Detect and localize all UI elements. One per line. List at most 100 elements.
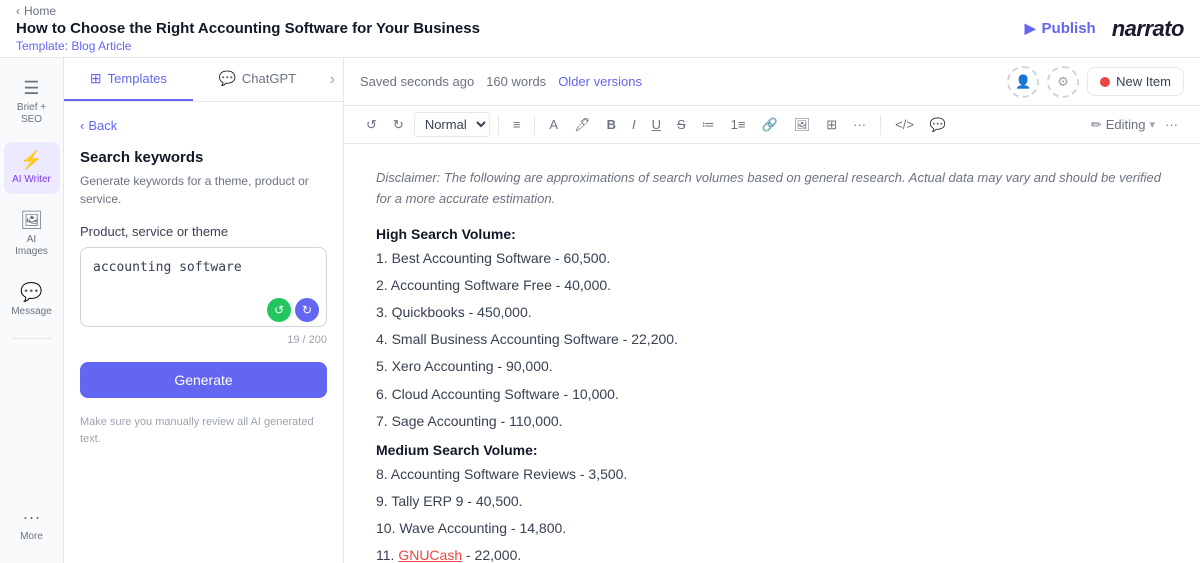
ordered-list-button[interactable]: 1≡ (725, 113, 752, 136)
product-label: Product, service or theme (80, 224, 327, 239)
main-layout: ☰ Brief + SEO ⚡ AI Writer 🖼 AI Images 💬 … (0, 58, 1200, 563)
sidebar-label-more: More (20, 531, 43, 543)
editor-area: Saved seconds ago 160 words Older versio… (344, 58, 1200, 563)
editing-chevron-icon: ▾ (1149, 118, 1155, 131)
editing-label: Editing (1106, 117, 1146, 132)
list-item: 7. Sage Accounting - 110,000. (376, 409, 1168, 434)
medium-volume-header: Medium Search Volume: (376, 442, 1168, 458)
list-item: 11. GNUCash - 22,000. (376, 543, 1168, 563)
text-color-button[interactable]: A (543, 113, 564, 136)
top-header: ‹ Home How to Choose the Right Accountin… (0, 0, 1200, 58)
sidebar-item-message[interactable]: 💬 Message (4, 274, 60, 326)
sidebar-label-message: Message (11, 306, 52, 318)
more-format-button[interactable]: ··· (847, 113, 872, 136)
word-count: 160 words (486, 74, 546, 89)
list-item: 2. Accounting Software Free - 40,000. (376, 273, 1168, 298)
toolbar-divider-3 (880, 115, 881, 135)
tab-templates[interactable]: ⊞ Templates (64, 58, 193, 101)
list-item: 5. Xero Accounting - 90,000. (376, 354, 1168, 379)
templates-tab-icon: ⊞ (90, 70, 102, 87)
strikethrough-button[interactable]: S (671, 113, 692, 136)
publish-button[interactable]: ▶ Publish (1025, 20, 1096, 37)
home-link[interactable]: ‹ Home (16, 4, 480, 18)
generate-button[interactable]: Generate (80, 362, 327, 398)
section-title: Search keywords (80, 149, 327, 166)
back-arrow-icon: ‹ (80, 118, 84, 133)
person-icon: 👤 (1015, 74, 1031, 90)
ai-writer-icon: ⚡ (20, 150, 42, 171)
list-item: 9. Tally ERP 9 - 40,500. (376, 489, 1168, 514)
toolbar-circle-btn-1[interactable]: 👤 (1007, 66, 1039, 98)
disclaimer-note: Make sure you manually review all AI gen… (80, 414, 327, 447)
textarea-green-button[interactable]: ↺ (267, 298, 291, 322)
highlight-button[interactable]: 🖊 (568, 113, 597, 137)
tab-chatgpt[interactable]: 💬 ChatGPT (193, 58, 322, 101)
list-button[interactable]: ≔ (696, 113, 721, 137)
sidebar-label-brief-seo: Brief + SEO (10, 102, 54, 126)
redo-button[interactable]: ↻ (387, 113, 410, 137)
table-button[interactable]: ⊞ (820, 113, 843, 137)
editor-toolbar-top: Saved seconds ago 160 words Older versio… (344, 58, 1200, 106)
textarea-blue-button[interactable]: ↻ (295, 298, 319, 322)
template-prefix: Template: (16, 39, 68, 53)
older-versions-link[interactable]: Older versions (558, 74, 642, 89)
format-style-select[interactable]: Normal (414, 112, 490, 137)
back-link[interactable]: ‹ Back (80, 118, 327, 133)
back-label: Back (88, 118, 117, 133)
sidebar-item-ai-images[interactable]: 🖼 AI Images (4, 202, 60, 266)
high-volume-header: High Search Volume: (376, 226, 1168, 242)
template-label: Template: Blog Article (16, 39, 480, 53)
more-icon: ··· (23, 507, 41, 528)
link-button[interactable]: 🔗 (756, 113, 784, 137)
template-name[interactable]: Blog Article (71, 39, 131, 53)
page-title: How to Choose the Right Accounting Softw… (16, 20, 480, 37)
sidebar-item-ai-writer[interactable]: ⚡ AI Writer (4, 142, 60, 194)
sidebar-item-more[interactable]: ··· More (4, 499, 60, 551)
disclaimer-text: Disclaimer: The following are approximat… (376, 168, 1168, 210)
char-count: 19 / 200 (80, 334, 327, 346)
publish-icon: ▶ (1025, 20, 1036, 37)
list-item: 4. Small Business Accounting Software - … (376, 327, 1168, 352)
new-item-button[interactable]: New Item (1087, 67, 1184, 96)
align-button[interactable]: ≡ (507, 113, 527, 136)
chatgpt-tab-icon: 💬 (218, 70, 235, 87)
templates-tab-label: Templates (108, 71, 167, 86)
home-label: Home (24, 4, 56, 18)
undo-button[interactable]: ↺ (360, 113, 383, 137)
list-item: 3. Quickbooks - 450,000. (376, 300, 1168, 325)
left-sidebar: ☰ Brief + SEO ⚡ AI Writer 🖼 AI Images 💬 … (0, 58, 64, 563)
gnucash-link[interactable]: GNUCash (398, 547, 462, 563)
list-item: 6. Cloud Accounting Software - 10,000. (376, 382, 1168, 407)
settings-icon: ⚙ (1057, 74, 1069, 90)
new-item-label: New Item (1116, 74, 1171, 89)
editing-badge[interactable]: ✏ Editing ▾ ··· (1091, 113, 1184, 136)
sidebar-item-brief-seo[interactable]: ☰ Brief + SEO (4, 70, 60, 134)
panel-tabs: ⊞ Templates 💬 ChatGPT › (64, 58, 343, 102)
publish-label: Publish (1042, 20, 1096, 37)
comment-button[interactable]: 💬 (924, 113, 952, 137)
list-item: 1. Best Accounting Software - 60,500. (376, 246, 1168, 271)
header-right: ▶ Publish narrato (1025, 16, 1184, 42)
toolbar-circle-btn-2[interactable]: ⚙ (1047, 66, 1079, 98)
italic-button[interactable]: I (626, 113, 642, 136)
editing-more-button[interactable]: ··· (1159, 113, 1184, 136)
message-icon: 💬 (20, 282, 42, 303)
bold-button[interactable]: B (601, 113, 622, 136)
image-button[interactable]: 🖼 (788, 113, 817, 137)
panel-collapse-button[interactable]: › (322, 58, 343, 101)
narrato-logo: narrato (1112, 16, 1184, 42)
toolbar-left: Saved seconds ago 160 words Older versio… (360, 74, 642, 89)
chevron-left-icon: ‹ (16, 4, 20, 18)
textarea-icons: ↺ ↻ (267, 298, 319, 322)
panel: ⊞ Templates 💬 ChatGPT › ‹ Back Search ke… (64, 58, 344, 563)
new-item-dot-icon (1100, 77, 1110, 87)
toolbar-divider-1 (498, 115, 499, 135)
code-button[interactable]: </> (889, 113, 920, 136)
editor-content: Disclaimer: The following are approximat… (344, 144, 1200, 563)
textarea-wrapper: ↺ ↻ (80, 247, 327, 330)
panel-content: ‹ Back Search keywords Generate keywords… (64, 102, 343, 563)
sidebar-label-ai-writer: AI Writer (12, 174, 51, 186)
header-left: ‹ Home How to Choose the Right Accountin… (16, 4, 480, 53)
underline-button[interactable]: U (646, 113, 667, 136)
sidebar-divider (12, 338, 52, 339)
